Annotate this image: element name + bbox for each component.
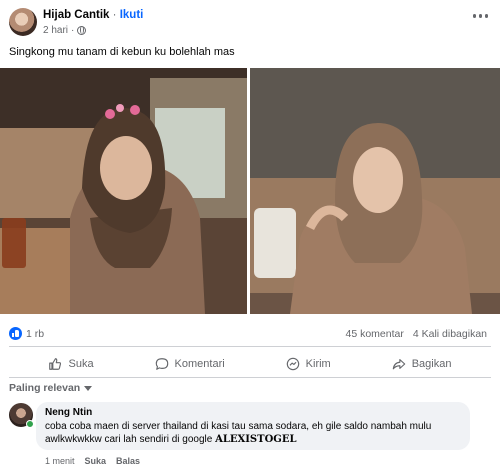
author-line: Hijab Cantik · Ikuti xyxy=(43,9,143,21)
post-caption: Singkong mu tanam di kebun ku bolehlah m… xyxy=(9,46,235,58)
comment-bubble: Neng Ntin coba coba maen di server thail… xyxy=(36,402,470,450)
comment-sort-dropdown[interactable]: Paling relevan xyxy=(9,382,93,394)
like-count[interactable]: 1 rb xyxy=(26,328,44,340)
send-button[interactable]: Kirim xyxy=(286,351,331,377)
online-status-badge xyxy=(26,420,34,428)
post-photo-left[interactable] xyxy=(0,68,247,314)
share-count[interactable]: 4 Kali dibagikan xyxy=(413,328,487,340)
photo-grid xyxy=(0,68,500,314)
sort-label: Paling relevan xyxy=(9,382,81,394)
caret-icon xyxy=(84,385,93,391)
share-button[interactable]: Bagikan xyxy=(392,351,452,377)
like-icon[interactable] xyxy=(9,327,22,340)
share-icon xyxy=(392,359,405,370)
comment-brand-text: ALEXISTOGEL xyxy=(215,434,297,445)
comment-meta: 1 menit Suka Balas xyxy=(45,456,140,466)
comment-button[interactable]: Komentari xyxy=(155,351,225,377)
comment-count[interactable]: 45 komentar xyxy=(345,328,403,340)
author-name[interactable]: Hijab Cantik xyxy=(43,9,109,21)
comment-text-line1: coba coba maen di server thailand di kas… xyxy=(45,421,432,432)
reactions-summary: 1 rb 45 komentar 4 Kali dibagikan xyxy=(0,326,500,342)
post-actions: Suka Komentari Kirim Bagikan xyxy=(0,351,500,377)
comment-button-label: Komentari xyxy=(174,358,225,370)
author-avatar[interactable] xyxy=(9,8,37,36)
comment-text-line2: awlkwkwkkw cari lah sendiri di google xyxy=(45,434,213,445)
like-button[interactable]: Suka xyxy=(48,351,94,377)
post-meta: 2 hari · xyxy=(43,25,87,36)
meta-dot: · xyxy=(71,25,75,36)
divider-top xyxy=(9,346,491,347)
comment-icon xyxy=(155,358,168,370)
commenter-name[interactable]: Neng Ntin xyxy=(45,407,461,418)
post-time[interactable]: 2 hari xyxy=(43,25,68,36)
post-photo-right[interactable] xyxy=(250,68,500,314)
more-icon[interactable] xyxy=(472,14,488,18)
send-button-label: Kirim xyxy=(305,358,331,370)
comment-reply-button[interactable]: Balas xyxy=(116,456,140,466)
send-icon xyxy=(286,357,299,371)
globe-icon xyxy=(77,26,87,35)
separator-dot: · xyxy=(112,9,117,21)
comment-text: coba coba maen di server thailand di kas… xyxy=(45,420,461,446)
engagement-counts: 45 komentar 4 Kali dibagikan xyxy=(345,328,487,340)
post-header: Hijab Cantik · Ikuti 2 hari · xyxy=(0,0,500,40)
comment-time[interactable]: 1 menit xyxy=(45,456,75,466)
like-button-label: Suka xyxy=(68,358,94,370)
comment-like-button[interactable]: Suka xyxy=(85,456,107,466)
thumb-icon xyxy=(49,358,62,370)
divider-bottom xyxy=(9,377,491,378)
share-button-label: Bagikan xyxy=(411,358,452,370)
follow-button[interactable]: Ikuti xyxy=(120,9,144,21)
